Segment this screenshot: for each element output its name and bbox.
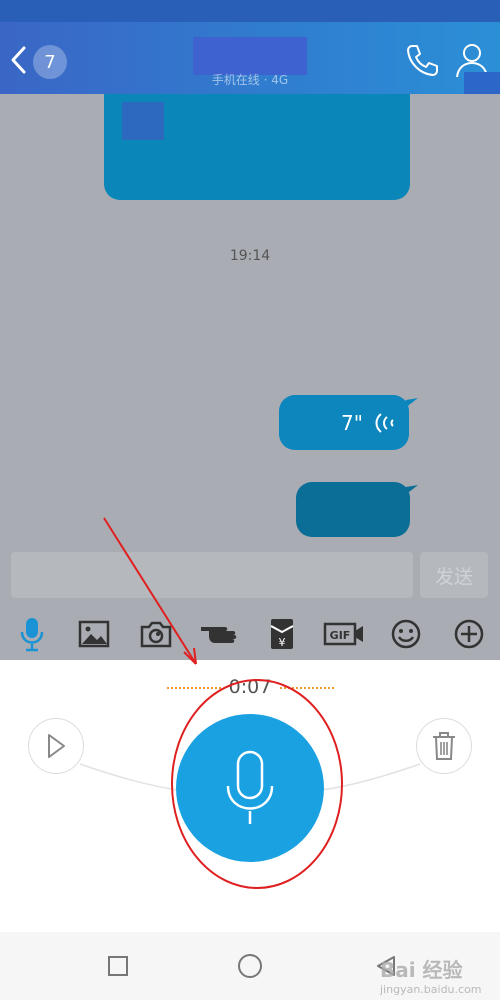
plus-icon [454, 619, 484, 649]
microphone-icon [20, 618, 44, 652]
image-icon [78, 620, 110, 648]
play-button[interactable] [28, 718, 84, 774]
bubble-tail [400, 398, 418, 412]
watermark-brand: Bai 经验 [380, 958, 463, 982]
input-toolbar: ¥ GIF [0, 612, 500, 658]
record-button[interactable] [176, 714, 324, 862]
microphone-icon [226, 750, 274, 824]
voice-input-button[interactable] [14, 616, 50, 652]
trash-icon [433, 732, 455, 760]
image-button[interactable] [76, 616, 112, 652]
watermark: Bai 经验 jingyan.baidu.com [380, 954, 482, 996]
phone-icon [407, 45, 438, 76]
camera-icon [140, 621, 172, 648]
recents-button[interactable] [104, 952, 132, 980]
emoji-icon [391, 619, 421, 649]
poke-hand-icon [201, 627, 237, 643]
status-bar [0, 0, 500, 22]
contact-name-redacted [193, 37, 307, 75]
compose-row: 发送 [0, 548, 500, 604]
gif-icon: GIF [323, 622, 363, 646]
phone-call-button[interactable] [402, 40, 442, 80]
red-packet-icon: ¥ [270, 619, 294, 649]
watermark-url: jingyan.baidu.com [380, 983, 482, 996]
more-button[interactable] [451, 616, 487, 652]
svg-text:¥: ¥ [279, 636, 286, 649]
voice-duration: 7" [341, 410, 363, 435]
red-packet-button[interactable]: ¥ [264, 616, 300, 652]
level-indicator-right [280, 687, 334, 689]
poke-button[interactable] [198, 616, 242, 652]
play-icon [48, 734, 65, 758]
svg-text:GIF: GIF [330, 629, 351, 642]
message-timestamp: 19:14 [229, 248, 271, 264]
square-icon [108, 956, 128, 976]
sound-wave-icon [375, 412, 394, 433]
emoji-button[interactable] [388, 616, 424, 652]
voice-recorder-panel: 0:07 [0, 660, 500, 932]
chat-header: 7 手机在线 · 4G [0, 22, 500, 94]
voice-message-bubble[interactable]: 7" [279, 395, 409, 450]
home-button[interactable] [236, 952, 264, 980]
send-button[interactable]: 发送 [420, 552, 488, 598]
delete-button[interactable] [416, 718, 472, 774]
redacted-block [122, 102, 164, 140]
bubble-tail [400, 485, 418, 499]
message-input[interactable] [11, 552, 413, 598]
gif-button[interactable]: GIF [322, 616, 366, 652]
recording-timer: 0:07 [228, 676, 272, 698]
circle-icon [238, 954, 262, 978]
voice-message-bubble[interactable] [296, 482, 410, 537]
camera-button[interactable] [138, 616, 174, 652]
